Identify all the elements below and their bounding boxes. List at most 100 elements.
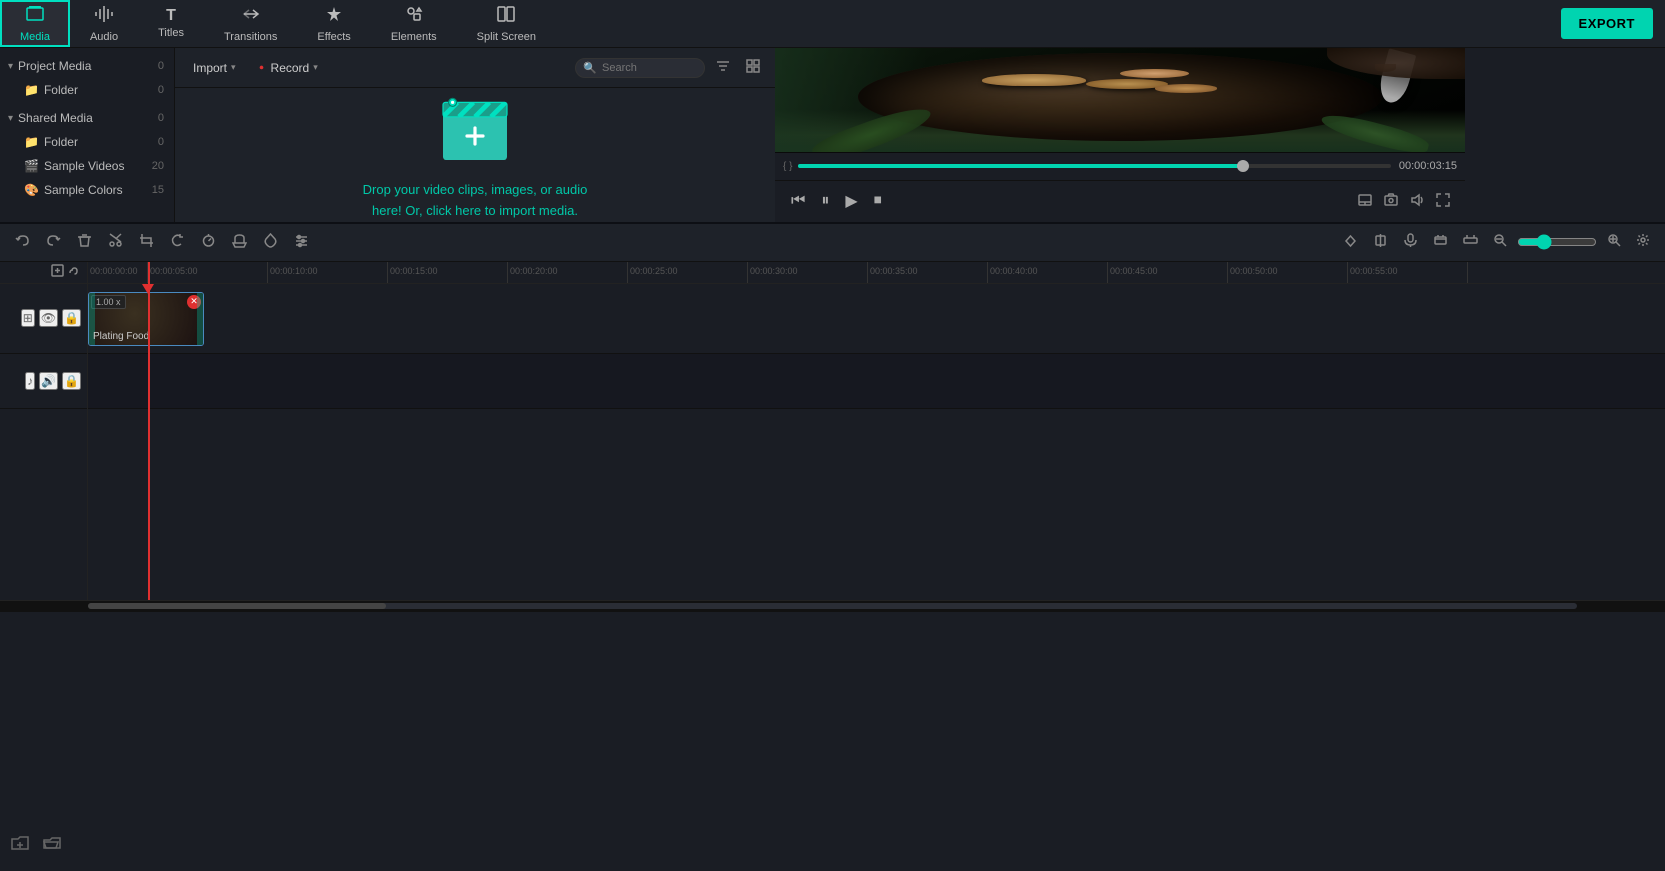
play-button[interactable]: ▶	[841, 187, 861, 215]
scrollbar-thumb[interactable]	[88, 603, 386, 609]
folder2-label: Folder	[44, 135, 78, 149]
grid-view-button[interactable]	[741, 56, 765, 79]
chevron-icon: ▾	[8, 61, 13, 72]
tl-settings-button[interactable]	[1631, 230, 1655, 254]
splitscreen-icon	[497, 5, 515, 28]
sidebar-resize-handle[interactable]	[1661, 0, 1665, 871]
clip-label: Plating Food	[93, 331, 149, 342]
fullscreen-button[interactable]	[1433, 190, 1453, 213]
export-button[interactable]: EXPORT	[1561, 8, 1653, 39]
tracks-container: Plating Food 1.00 x ✕	[88, 284, 1665, 600]
audio-track-label: ♪ 🔊 🔒	[0, 354, 87, 409]
sidebar-item-sample-colors[interactable]: 🎨 Sample Colors 15	[0, 178, 174, 202]
sample-colors-label: Sample Colors	[44, 183, 123, 197]
sidebar-item-sample-videos[interactable]: 🎬 Sample Videos 20	[0, 154, 174, 178]
preview-controls: ⏮ ⏸ ▶ ⏹	[775, 180, 1465, 222]
sidebar-item-folder2[interactable]: 📁 Folder 0	[0, 130, 174, 154]
delete-button[interactable]	[72, 230, 97, 255]
timeline-ruler: 00:00:00:00 00:00:05:00 00:00:10:00 00:0…	[88, 262, 1665, 284]
video-clip-1[interactable]: Plating Food 1.00 x ✕	[88, 292, 204, 346]
import-label: Import	[193, 61, 227, 75]
audio-track-row	[88, 354, 1665, 409]
tl-mic-button[interactable]	[1398, 230, 1423, 255]
volume-button[interactable]	[1407, 190, 1427, 213]
timeline-body: ⊞ 👁 🔒 ♪ 🔊 🔒 00:00:00:00 00:00:05:	[0, 262, 1665, 600]
zoom-slider[interactable]	[1517, 234, 1597, 250]
clip-resize-right[interactable]	[197, 293, 203, 345]
video-track-lock-button[interactable]: 🔒	[62, 309, 81, 327]
tl-icon-4[interactable]	[1428, 230, 1453, 255]
redo-button[interactable]	[41, 230, 66, 255]
folder1-count: 0	[158, 84, 164, 96]
record-button[interactable]: ⏺ Record ▾	[252, 57, 326, 79]
audio-track-lock-button[interactable]: 🔒	[62, 372, 81, 390]
clip-speed-badge: 1.00 x	[91, 295, 126, 309]
stop-button[interactable]: ⏹	[870, 188, 886, 214]
sidebar-item-project-media[interactable]: ▾ Project Media 0	[0, 54, 174, 78]
screen-size-button[interactable]	[1355, 190, 1375, 213]
nav-titles[interactable]: T Titles	[138, 0, 204, 47]
search-bar: 🔍	[575, 56, 765, 79]
import-button[interactable]: Import ▾	[185, 57, 244, 79]
add-track-button[interactable]	[51, 264, 64, 280]
project-media-count: 0	[158, 60, 164, 72]
filter-button[interactable]	[711, 56, 735, 79]
playhead[interactable]	[148, 262, 150, 600]
open-folder-button[interactable]	[40, 832, 64, 861]
progress-track[interactable]	[798, 164, 1390, 168]
playhead-marker-triangle	[142, 284, 154, 294]
folder1-label: Folder	[44, 83, 78, 97]
import-chevron-icon: ▾	[231, 62, 236, 73]
tl-zoom-out[interactable]	[1488, 230, 1512, 254]
scrollbar-track[interactable]	[88, 603, 1577, 609]
chevron-icon-2: ▾	[8, 113, 13, 124]
sample-videos-label: Sample Videos	[44, 159, 125, 173]
nav-effects[interactable]: Effects	[297, 0, 370, 47]
equalizer-button[interactable]	[289, 230, 314, 255]
folder-icon: 📁	[24, 83, 39, 97]
nav-audio[interactable]: Audio	[70, 0, 138, 47]
nav-media[interactable]: Media	[0, 0, 70, 47]
sample-videos-count: 20	[152, 160, 164, 172]
nav-splitscreen[interactable]: Split Screen	[457, 0, 556, 47]
color-button[interactable]	[258, 230, 283, 255]
audio-track-music-button[interactable]: ♪	[25, 372, 35, 390]
nav-elements[interactable]: Elements	[371, 0, 457, 47]
tl-zoom-in[interactable]	[1602, 230, 1626, 254]
nav-transitions[interactable]: Transitions	[204, 0, 297, 47]
cut-button[interactable]	[103, 230, 128, 255]
audio-track-volume-button[interactable]: 🔊	[39, 372, 58, 390]
progress-thumb	[1237, 160, 1249, 172]
upper-area: ▾ Project Media 0 📁 Folder 0	[0, 48, 1665, 222]
crop-button[interactable]	[134, 230, 159, 255]
audio-settings-button[interactable]	[227, 230, 252, 255]
nav-titles-label: Titles	[158, 27, 184, 39]
video-track-row: Plating Food 1.00 x ✕	[88, 284, 1665, 354]
elements-icon	[405, 5, 423, 28]
tl-icon-5[interactable]	[1458, 230, 1483, 255]
sidebar-item-shared-media[interactable]: ▾ Shared Media 0	[0, 106, 174, 130]
titles-icon: T	[166, 8, 176, 24]
drop-zone[interactable]: Drop your video clips, images, or audio …	[175, 88, 775, 222]
bottom-area: ⊞ 👁 🔒 ♪ 🔊 🔒 00:00:00:00 00:00:05:	[0, 222, 1665, 612]
progress-fill	[798, 164, 1242, 168]
speed-button[interactable]	[196, 230, 221, 255]
timeline-scrollbar[interactable]	[0, 600, 1665, 612]
video-track-eye-button[interactable]: 👁	[39, 309, 58, 327]
add-folder-button[interactable]	[8, 832, 32, 861]
link-button[interactable]	[68, 264, 81, 280]
undo-button[interactable]	[10, 230, 35, 255]
project-media-label: Project Media	[18, 59, 91, 73]
shared-media-count: 0	[158, 112, 164, 124]
play-pause-button[interactable]: ⏸	[817, 188, 833, 214]
nav-media-label: Media	[20, 31, 50, 43]
screenshot-button[interactable]	[1381, 190, 1401, 213]
sidebar-item-folder1[interactable]: 📁 Folder 0	[0, 78, 174, 102]
prev-frame-button[interactable]: ⏮	[787, 188, 809, 214]
tl-icon-1[interactable]	[1338, 230, 1363, 255]
tracks-scroll-area[interactable]: 00:00:00:00 00:00:05:00 00:00:10:00 00:0…	[88, 262, 1665, 600]
tl-icon-2[interactable]	[1368, 230, 1393, 255]
video-track-grid-button[interactable]: ⊞	[21, 309, 35, 327]
rotate-left-button[interactable]	[165, 230, 190, 255]
top-nav: Media Audio T Titles Transitions Effects	[0, 0, 1665, 48]
